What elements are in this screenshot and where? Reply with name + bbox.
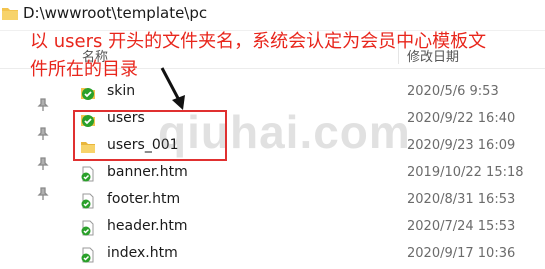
file-date: 2019/10/22 15:18 [407,165,524,180]
file-name: banner.htm [107,164,188,180]
file-name: skin [107,83,136,99]
annotation-text: 以 users 开头的文件夹名，系统会认定为会员中心模板文 件所在的目录 [30,28,540,84]
pin-icon[interactable] [36,157,50,171]
file-name: index.htm [107,245,178,261]
sync-file-icon [81,166,94,182]
highlight-box [73,110,227,161]
file-row[interactable]: skin 2020/5/6 9:53 [60,80,545,107]
file-date: 2020/8/31 16:53 [407,192,516,207]
file-date: 2020/9/22 16:40 [407,111,516,126]
sync-file-icon [81,193,94,209]
file-date: 2020/7/24 15:53 [407,219,516,234]
file-row[interactable]: index.htm 2020/9/17 10:36 [60,242,545,269]
pin-icon[interactable] [36,98,50,112]
file-row[interactable]: footer.htm 2020/8/31 16:53 [60,188,545,215]
arrow-icon [160,67,185,110]
sync-file-icon [81,247,94,263]
file-date: 2020/9/17 10:36 [407,246,516,261]
annotation-line: 件所在的目录 [30,59,138,80]
folder-icon [2,8,18,20]
address-bar[interactable]: D:\wwwroot\template\pc [0,0,545,31]
pin-icon[interactable] [36,127,50,141]
file-name: footer.htm [107,191,181,207]
file-name: header.htm [107,218,188,234]
annotation-line: 以 users 开头的文件夹名，系统会认定为会员中心模板文 [30,31,487,52]
sync-file-icon [81,220,94,236]
file-date: 2020/9/23 16:09 [407,138,516,153]
file-date: 2020/5/6 9:53 [407,84,499,99]
sync-folder-icon [81,88,95,100]
file-row[interactable]: header.htm 2020/7/24 15:53 [60,215,545,242]
path-text: D:\wwwroot\template\pc [23,4,208,22]
pin-icon[interactable] [36,187,50,201]
file-row[interactable]: banner.htm 2019/10/22 15:18 [60,161,545,188]
